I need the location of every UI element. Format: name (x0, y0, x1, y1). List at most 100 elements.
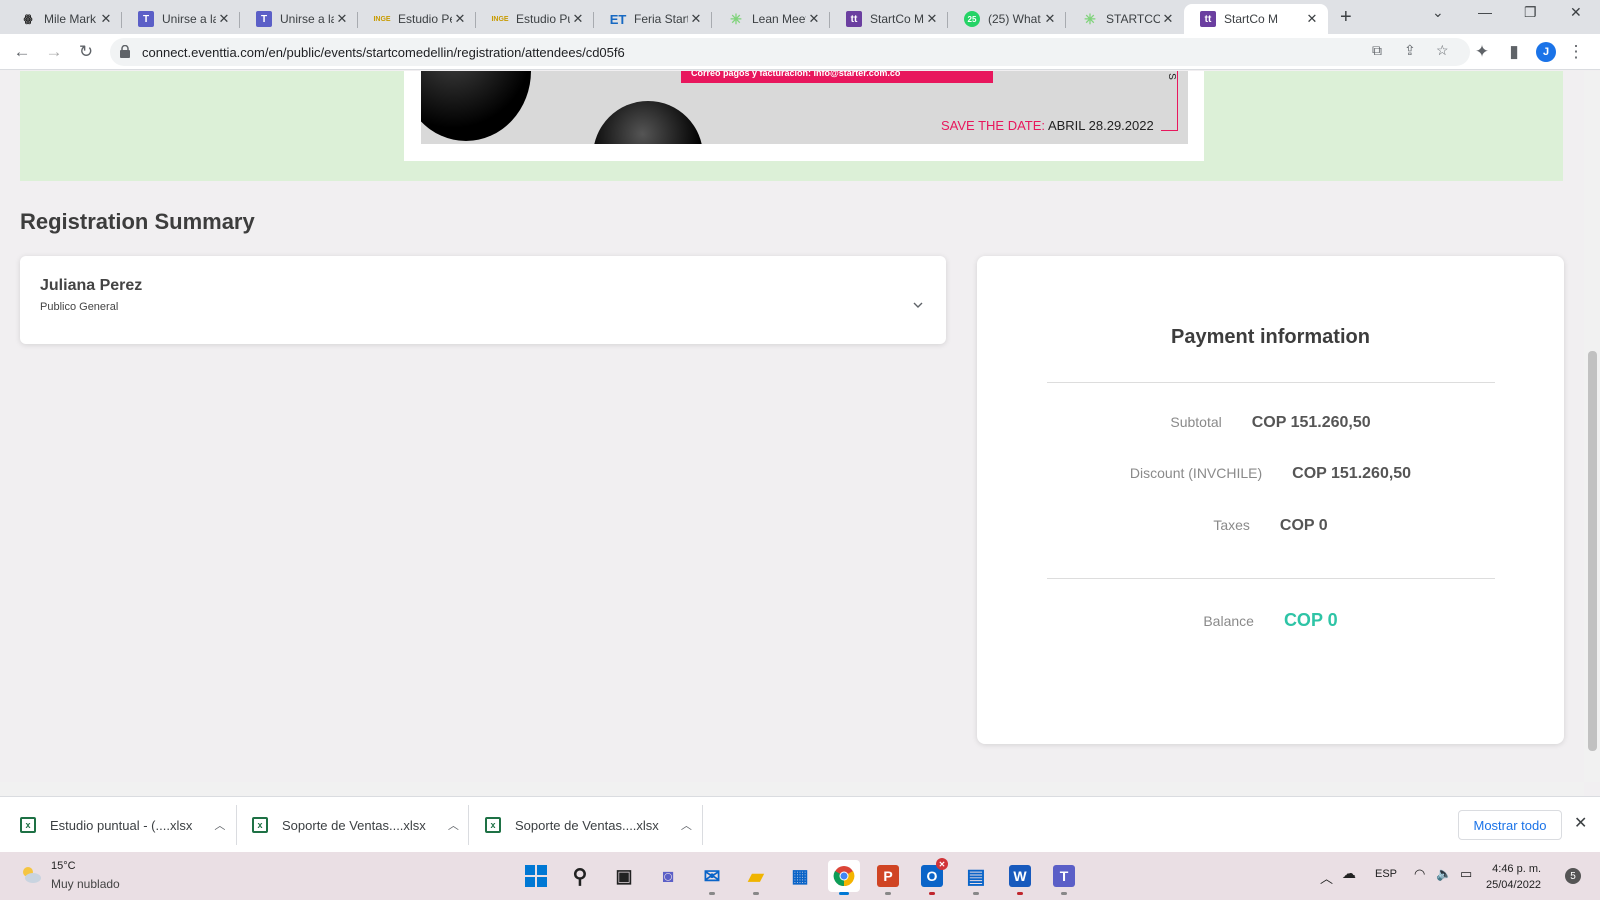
discount-label: Discount (INVCHILE) (1129, 465, 1263, 481)
tab-title: Estudio Pe (398, 12, 452, 26)
download-shelf: x Estudio puntual - (....xlsx ︿ x Soport… (0, 796, 1600, 852)
browser-tab[interactable]: ET Feria Start ✕ (594, 4, 712, 34)
share-icon[interactable]: ⇪ (1404, 42, 1416, 59)
browser-tab[interactable]: 25 (25) What ✕ (948, 4, 1066, 34)
close-icon[interactable]: ✕ (924, 11, 940, 27)
excel-file-icon: x (485, 817, 501, 833)
chevron-up-icon[interactable]: ︿ (1320, 868, 1333, 887)
browser-tab[interactable]: ✳ STARTCO - ✕ (1066, 4, 1184, 34)
subtotal-value: COP 151.260,50 (1251, 414, 1371, 431)
outlook-icon[interactable]: O ✕ (916, 858, 948, 895)
close-icon[interactable]: ✕ (334, 11, 350, 27)
close-icon[interactable]: ✕ (216, 11, 232, 27)
vertical-scrollbar[interactable] (1584, 71, 1600, 782)
profile-avatar[interactable]: J (1536, 42, 1556, 62)
url-text[interactable]: connect.eventtia.com/en/public/events/st… (142, 45, 625, 60)
browser-tab[interactable]: ✳ Lean Meet ✕ (712, 4, 830, 34)
side-panel-icon[interactable]: ▮ (1502, 40, 1526, 64)
address-bar[interactable]: connect.eventtia.com/en/public/events/st… (110, 38, 1470, 66)
minimize-button[interactable]: — (1478, 4, 1492, 20)
windows-taskbar: 15°C Muy nublado ⚲ ▣ ◙ ✉ ▰ ▦ P O ✕ ▤ W T… (0, 852, 1600, 900)
search-icon[interactable]: ⚲ (564, 860, 596, 892)
browser-tab[interactable]: T Unirse a la ✕ (240, 4, 358, 34)
weather-description[interactable]: Muy nublado (51, 877, 120, 891)
browser-tab[interactable]: INGE Estudio Pu ✕ (476, 4, 594, 34)
page-title: Registration Summary (20, 209, 255, 234)
weather-temperature[interactable]: 15°C (51, 860, 76, 872)
bookmark-star-icon[interactable]: ☆ (1436, 42, 1449, 59)
file-explorer-icon[interactable]: ▰ (740, 860, 772, 895)
extensions-icon[interactable]: ✦ (1470, 40, 1494, 64)
teams-icon: T (138, 11, 154, 27)
browser-tab[interactable]: tt StartCo M ✕ (830, 4, 948, 34)
close-window-button[interactable]: ✕ (1570, 4, 1582, 21)
close-icon[interactable]: ✕ (806, 11, 822, 27)
close-icon[interactable]: ✕ (1042, 11, 1058, 27)
mail-icon[interactable]: ✉ (696, 860, 728, 895)
browser-tab-active[interactable]: tt StartCo M ✕ (1184, 4, 1328, 34)
close-icon[interactable]: ✕ (452, 11, 468, 27)
forward-button[interactable]: → (42, 40, 66, 64)
wifi-icon[interactable]: ◠ (1414, 866, 1425, 882)
windows-start-icon[interactable] (520, 860, 552, 892)
close-icon[interactable]: ✕ (1304, 11, 1320, 27)
event-header-band: Correo pagos y facturación: info@starter… (20, 71, 1563, 181)
clock-date: 25/04/2022 (1486, 879, 1542, 891)
battery-icon[interactable]: ▭ (1460, 866, 1472, 882)
download-item[interactable]: x Estudio puntual - (....xlsx ︿ (20, 797, 225, 853)
chevron-up-icon[interactable]: ︿ (214, 817, 225, 833)
chrome-icon[interactable] (828, 860, 860, 895)
close-icon[interactable]: ✕ (1574, 813, 1587, 833)
system-clock[interactable]: 4:46 p. m. 25/04/2022 (1486, 861, 1541, 893)
powerpoint-icon[interactable]: P (872, 860, 904, 895)
browser-tab[interactable]: ꙮ Mile Mark ✕ (4, 4, 122, 34)
tab-title: StartCo M (870, 12, 924, 26)
event-banner: Correo pagos y facturación: info@starter… (404, 71, 1204, 161)
restore-button[interactable]: ❐ (1524, 4, 1537, 21)
task-view-icon[interactable]: ▣ (608, 860, 640, 892)
new-tab-button[interactable]: + (1340, 6, 1352, 29)
notification-badge[interactable]: 5 (1565, 868, 1581, 884)
store-icon[interactable]: ▦ (784, 860, 816, 892)
word-icon[interactable]: W (1004, 860, 1036, 895)
billing-contact-strip: Correo pagos y facturación: info@starter… (681, 71, 993, 83)
menu-kebab-icon[interactable]: ⋮ (1564, 40, 1588, 64)
save-the-date: SAVE THE DATE: ABRIL 28.29.2022 (941, 118, 1154, 133)
event-banner-image: Correo pagos y facturación: info@starter… (421, 71, 1188, 144)
volume-icon[interactable]: 🔈 (1436, 866, 1452, 882)
close-icon[interactable]: ✕ (570, 11, 586, 27)
balance-value: COP 0 (1283, 610, 1338, 630)
tab-title: Lean Meet (752, 12, 806, 26)
excel-file-icon: x (252, 817, 268, 833)
chevron-down-icon[interactable] (913, 300, 923, 310)
calendar-app-icon[interactable]: ▤ (960, 860, 992, 895)
browser-tab[interactable]: T Unirse a la ✕ (122, 4, 240, 34)
show-all-downloads-button[interactable]: Mostrar todo (1458, 810, 1562, 840)
tab-title: Unirse a la (162, 12, 216, 26)
download-filename: Soporte de Ventas....xlsx (282, 817, 426, 833)
reload-button[interactable]: ↻ (74, 40, 98, 64)
browser-tab[interactable]: INGE Estudio Pe ✕ (358, 4, 476, 34)
download-item[interactable]: x Soporte de Ventas....xlsx ︿ (485, 797, 692, 853)
chevron-up-icon[interactable]: ︿ (448, 817, 459, 833)
close-icon[interactable]: ✕ (98, 11, 114, 27)
close-icon[interactable]: ✕ (1160, 11, 1176, 27)
attendee-name: Juliana Perez (40, 277, 143, 294)
onedrive-cloud-icon[interactable]: ☁ (1342, 865, 1356, 882)
tab-search-icon[interactable]: ⌄ (1432, 4, 1444, 21)
cloud-weather-icon[interactable] (20, 864, 42, 886)
download-item[interactable]: x Soporte de Ventas....xlsx ︿ (252, 797, 459, 853)
scrollbar-thumb[interactable] (1588, 351, 1597, 751)
download-filename: Soporte de Ventas....xlsx (515, 817, 659, 833)
attendee-card[interactable]: Juliana Perez Publico General (20, 256, 946, 344)
translate-icon[interactable]: ⧉ (1372, 42, 1382, 59)
close-icon[interactable]: ✕ (688, 11, 704, 27)
teams-chat-icon[interactable]: ◙ (652, 860, 684, 892)
balance-label: Balance (1203, 613, 1254, 629)
teams-icon[interactable]: T (1048, 860, 1080, 895)
decorative-sphere (421, 71, 531, 141)
back-button[interactable]: ← (10, 40, 34, 64)
chevron-up-icon[interactable]: ︿ (681, 817, 692, 833)
horizontal-scrollbar[interactable] (0, 782, 1584, 796)
language-indicator[interactable]: ESP (1375, 868, 1397, 880)
